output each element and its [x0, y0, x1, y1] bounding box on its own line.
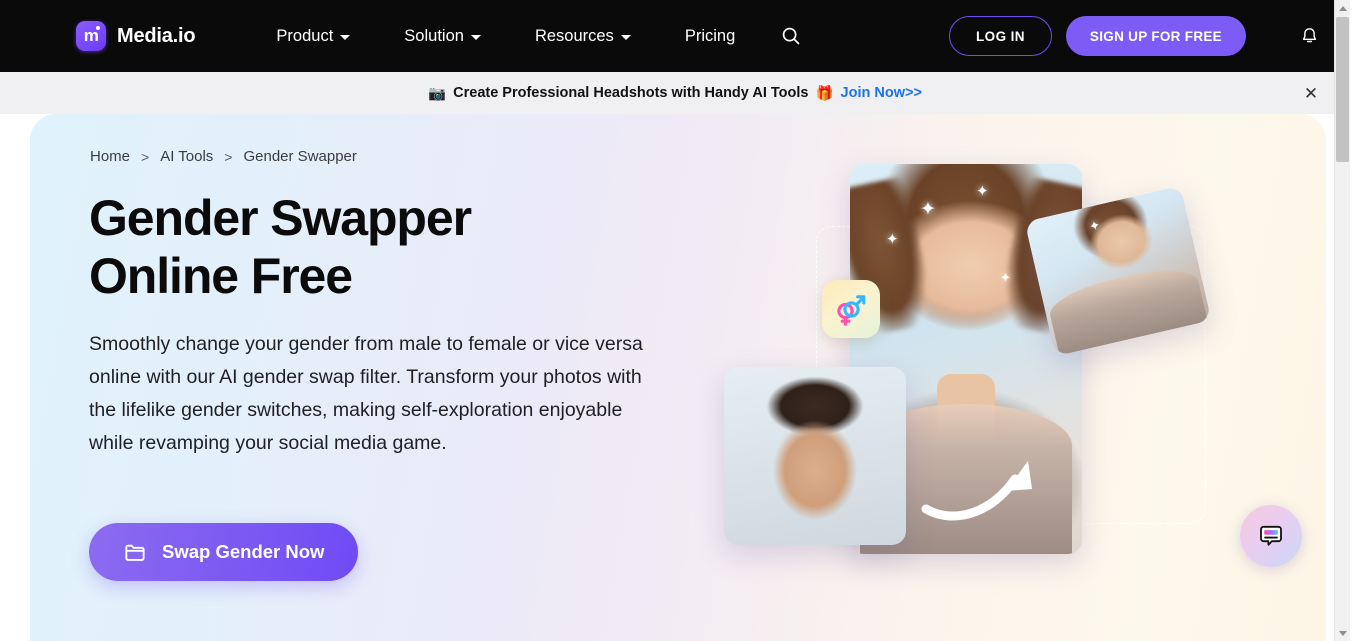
signup-button[interactable]: SIGN UP FOR FREE [1065, 16, 1246, 56]
brand-logo[interactable]: m Media.io [76, 21, 196, 51]
gender-symbol-glyph [837, 295, 866, 326]
search-icon [783, 27, 800, 45]
hero-section: Home > AI Tools > Gender Swapper Gender … [30, 114, 1326, 641]
sparkle-icon: ✦ [886, 231, 899, 248]
nav-actions: LOG IN SIGN UP FOR FREE [949, 16, 1326, 56]
hero-description: Smoothly change your gender from male to… [89, 333, 643, 454]
nav-item-label: Resources [534, 26, 614, 45]
hero-artwork: ✦ ✦ ✦ ✦ ✦ [720, 114, 1326, 641]
scroll-up-arrow-icon[interactable] [1335, 0, 1350, 16]
gender-symbol-icon [822, 280, 880, 338]
nav-item-solution[interactable]: Solution [377, 17, 508, 56]
breadcrumb-item-gender-swapper: Gender Swapper [243, 148, 357, 165]
search-button[interactable] [762, 15, 820, 57]
join-now-link[interactable]: Join Now>> [841, 85, 922, 101]
folder-icon [125, 544, 145, 561]
scrollbar-thumb[interactable] [1336, 17, 1349, 162]
curved-arrow-icon [921, 461, 1032, 521]
chevron-down-icon [340, 34, 351, 40]
announcement-content: 📷 Create Professional Headshots with Han… [428, 85, 922, 102]
nav-item-label: Product [276, 26, 334, 45]
swap-gender-now-button[interactable]: Swap Gender Now [89, 523, 359, 581]
cta-label: Swap Gender Now [162, 541, 325, 562]
top-navigation-bar: m Media.io Product Solution Resources Pr… [0, 0, 1350, 72]
notifications-button[interactable] [1292, 19, 1326, 53]
camera-icon: 📷 [428, 85, 447, 102]
sparkle-icon: ✦ [920, 199, 936, 220]
page-title: Gender Swapper Online Free [89, 189, 472, 305]
breadcrumb-item-ai-tools[interactable]: AI Tools [160, 148, 213, 165]
sparkle-icon: ✦ [1000, 270, 1011, 285]
chat-support-button[interactable] [1240, 505, 1302, 567]
bell-icon [1302, 27, 1316, 42]
sparkle-icon: ✦ [976, 183, 989, 200]
nav-item-label: Pricing [684, 26, 736, 45]
chevron-down-icon [470, 34, 481, 40]
close-icon[interactable]: ✕ [1300, 82, 1322, 104]
chat-bubble-icon [1260, 525, 1282, 546]
nav-item-label: Solution [404, 26, 464, 45]
brand-name: Media.io [117, 24, 196, 47]
breadcrumb-separator: > [141, 148, 150, 165]
announcement-message: Create Professional Headshots with Handy… [453, 85, 809, 101]
page-root: m Media.io Product Solution Resources Pr… [0, 0, 1350, 641]
man-source-photo [724, 367, 906, 545]
breadcrumb: Home > AI Tools > Gender Swapper [90, 148, 357, 165]
sparkle-icon: ✦ [1087, 217, 1102, 235]
page-title-line2: Online Free [89, 248, 353, 304]
nav-item-resources[interactable]: Resources [508, 17, 658, 56]
nav-item-product[interactable]: Product [249, 17, 377, 56]
page-title-line1: Gender Swapper [89, 190, 472, 246]
login-button[interactable]: LOG IN [949, 16, 1052, 56]
announcement-bar: 📷 Create Professional Headshots with Han… [0, 72, 1350, 114]
breadcrumb-separator: > [224, 148, 233, 165]
scroll-down-arrow-icon[interactable] [1335, 625, 1350, 641]
nav-links: Product Solution Resources Pricing [249, 15, 820, 57]
page-scrollbar[interactable] [1334, 0, 1350, 641]
nav-item-pricing[interactable]: Pricing [658, 17, 762, 56]
breadcrumb-item-home[interactable]: Home [90, 148, 130, 165]
chevron-down-icon [620, 34, 631, 40]
media-io-logo-icon: m [76, 21, 106, 51]
gift-icon: 🎁 [815, 85, 834, 102]
